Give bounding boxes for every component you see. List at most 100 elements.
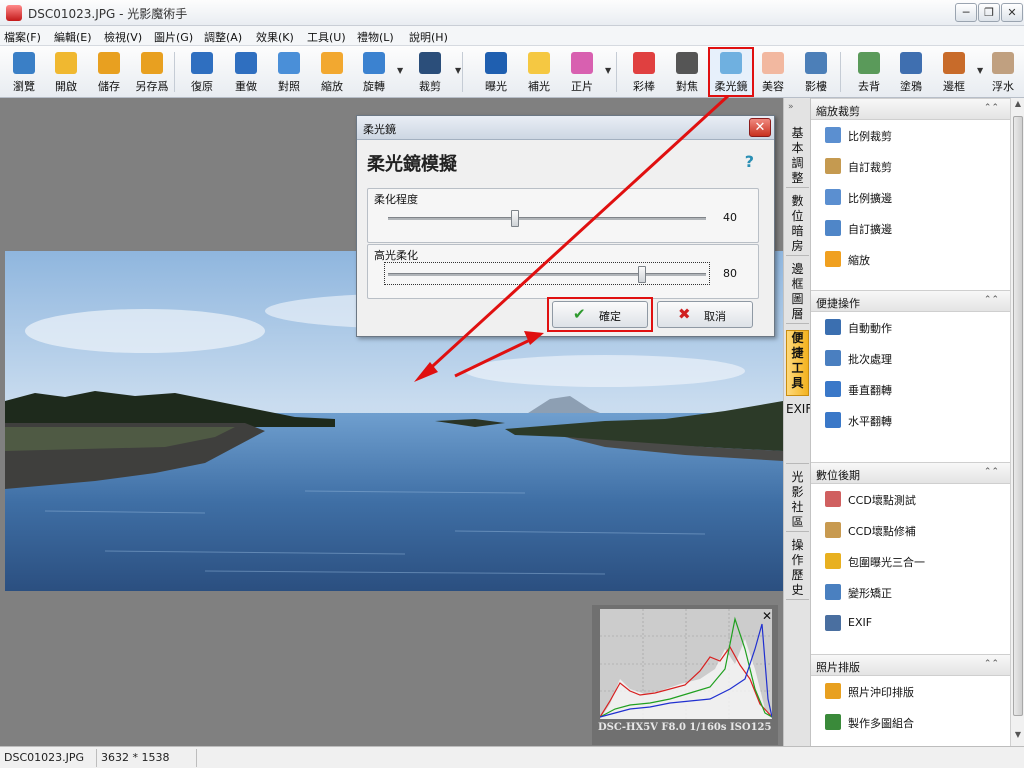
batch-icon	[825, 350, 841, 366]
softness-slider-track[interactable]	[388, 217, 706, 220]
tool-crop-button[interactable]: 裁剪	[408, 48, 452, 96]
tool-doodle-button[interactable]: 塗鴉	[889, 48, 933, 96]
tool-beauty-button[interactable]: 美容	[751, 48, 795, 96]
softness-slider-thumb[interactable]	[511, 210, 520, 227]
tool-redo-button[interactable]: 重做	[224, 48, 268, 96]
tool-rotate-button[interactable]: 旋轉	[352, 48, 396, 96]
minimize-button[interactable]: ─	[955, 3, 977, 22]
tool-label: 旋轉	[363, 80, 385, 93]
dialog-title: 柔光鏡	[363, 123, 396, 136]
tool-resize-button[interactable]: 縮放	[310, 48, 354, 96]
panel-scrollbar[interactable]: ▲ ▼	[1010, 98, 1024, 746]
tool-label: 曝光	[485, 80, 507, 93]
tool-label: 邊框	[943, 80, 965, 93]
dialog-title-bar[interactable]: 柔光鏡 ✕	[357, 116, 774, 140]
menu-file[interactable]: 檔案(F)	[4, 29, 41, 45]
menu-edit[interactable]: 編輯(E)	[54, 29, 92, 45]
collapse-icon[interactable]: ⌃⌃	[984, 103, 999, 113]
border-icon	[943, 52, 965, 74]
tab-digital-darkroom[interactable]: 數位暗房	[786, 194, 809, 256]
rotate-dropdown-icon[interactable]: ▼	[397, 66, 403, 75]
panel-item-print-layout[interactable]: 照片沖印排版	[811, 678, 1011, 704]
menu-adjust[interactable]: 調整(A)	[204, 29, 242, 45]
panel-item-ccd-test[interactable]: CCD壞點測試	[811, 486, 1011, 512]
tab-community[interactable]: 光影社區	[786, 470, 809, 532]
tool-positive-film-button[interactable]: 正片	[560, 48, 604, 96]
highlight-softness-slider-track[interactable]	[388, 273, 706, 276]
tool-watermark-button[interactable]: 浮水	[981, 48, 1024, 96]
ok-button[interactable]: ✔ 確定	[552, 301, 648, 328]
scroll-thumb[interactable]	[1013, 116, 1023, 716]
panel-item-label: EXIF	[848, 616, 873, 629]
tool-save-button[interactable]: 儲存	[87, 48, 131, 96]
panel-item-flip-vertical[interactable]: 垂直翻轉	[811, 376, 1011, 402]
tool-save-as-button[interactable]: 另存爲	[130, 48, 174, 96]
tool-eye-button[interactable]: 瀏覽	[2, 48, 46, 96]
panel-item-flip-horizontal[interactable]: 水平翻轉	[811, 407, 1011, 433]
crop-dropdown-icon[interactable]: ▼	[455, 66, 461, 75]
tool-label: 開啟	[55, 80, 77, 93]
panel-item-auto-action[interactable]: 自動動作	[811, 314, 1011, 340]
tool-fill-light-button[interactable]: 補光	[517, 48, 561, 96]
color-dropdown-icon[interactable]: ▼	[605, 66, 611, 75]
menu-gifts[interactable]: 禮物(L)	[357, 29, 394, 45]
close-button[interactable]: ✕	[1001, 3, 1023, 22]
panel-item-distortion[interactable]: 變形矯正	[811, 579, 1011, 605]
panel-item-batch[interactable]: 批次處理	[811, 345, 1011, 371]
panel-item-scale[interactable]: 縮放	[811, 246, 1011, 272]
undo-icon	[191, 52, 213, 74]
collapse-icon[interactable]: ⌃⌃	[984, 295, 999, 305]
menu-effects[interactable]: 效果(K)	[256, 29, 294, 45]
panel-item-ccd-fix[interactable]: CCD壞點修補	[811, 517, 1011, 543]
dock-collapse-icon[interactable]: »	[788, 102, 794, 112]
tool-remove-bg-button[interactable]: 去背	[847, 48, 891, 96]
panel-item-ratio-expand[interactable]: 比例擴邊	[811, 184, 1011, 210]
section-header[interactable]: 數位後期 ⌃⌃	[811, 462, 1011, 484]
scroll-down-icon[interactable]: ▼	[1012, 730, 1024, 744]
menu-help[interactable]: 說明(H)	[409, 29, 448, 45]
panel-item-ratio-crop[interactable]: 比例裁剪	[811, 122, 1011, 148]
tab-history[interactable]: 操作歷史	[786, 538, 809, 600]
tool-color-wand-button[interactable]: 彩棒	[622, 48, 666, 96]
toolbar: 瀏覽 開啟 儲存 另存爲 復原 重做 對照 縮放 旋轉 ▼ 裁剪 ▼ 曝光 補光 正片 ▼ 彩棒 對焦 柔光鏡 美容 影…	[0, 46, 1024, 98]
menu-image[interactable]: 圖片(G)	[154, 29, 193, 45]
panel-item-label: 比例擴邊	[848, 192, 892, 205]
tool-studio-button[interactable]: 影樓	[794, 48, 838, 96]
histogram-close-icon[interactable]: ✕	[762, 609, 772, 623]
panel-item-custom-crop[interactable]: 自訂裁剪	[811, 153, 1011, 179]
tool-label: 對焦	[676, 80, 698, 93]
tab-quick-tools[interactable]: 便捷工具	[786, 330, 809, 396]
section-header[interactable]: 便捷操作 ⌃⌃	[811, 290, 1011, 312]
section-header[interactable]: 照片排版 ⌃⌃	[811, 654, 1011, 676]
panel-item-multi-photo[interactable]: 製作多圖組合	[811, 709, 1011, 735]
scale-icon	[825, 251, 841, 267]
collapse-icon[interactable]: ⌃⌃	[984, 467, 999, 477]
tool-exposure-button[interactable]: 曝光	[474, 48, 518, 96]
section-header[interactable]: 縮放裁剪 ⌃⌃	[811, 98, 1011, 120]
scroll-up-icon[interactable]: ▲	[1012, 99, 1024, 113]
tool-compare-button[interactable]: 對照	[267, 48, 311, 96]
tab-border-layers[interactable]: 邊框圖層	[786, 262, 809, 324]
help-icon[interactable]: ?	[745, 152, 754, 171]
maximize-button[interactable]: ❐	[978, 3, 1000, 22]
menu-view[interactable]: 檢視(V)	[104, 29, 142, 45]
highlight-softness-slider-thumb[interactable]	[638, 266, 647, 283]
tool-border-button[interactable]: 邊框	[932, 48, 976, 96]
tool-undo-button[interactable]: 復原	[180, 48, 224, 96]
tool-soft-focus-button[interactable]: 柔光鏡	[708, 47, 754, 97]
panel-item-bracket-exposure[interactable]: 包圍曝光三合一	[811, 548, 1011, 574]
collapse-icon[interactable]: ⌃⌃	[984, 659, 999, 669]
title-bar: DSC01023.JPG - 光影魔術手 ─ ❐ ✕	[0, 0, 1024, 26]
ratio-crop-icon	[825, 127, 841, 143]
panel-item-custom-expand[interactable]: 自訂擴邊	[811, 215, 1011, 241]
dialog-close-button[interactable]: ✕	[749, 118, 771, 137]
tab-exif[interactable]: EXIF	[786, 402, 812, 464]
tab-basic-adjust[interactable]: 基本調整	[786, 126, 809, 188]
menu-tools[interactable]: 工具(U)	[307, 29, 346, 45]
panel-item-label: 變形矯正	[848, 587, 892, 600]
tool-label: 復原	[191, 80, 213, 93]
tool-focus-button[interactable]: 對焦	[665, 48, 709, 96]
tool-folder-button[interactable]: 開啟	[44, 48, 88, 96]
cancel-button[interactable]: ✖ 取消	[657, 301, 753, 328]
panel-item-exif[interactable]: EXIF	[811, 610, 1011, 636]
